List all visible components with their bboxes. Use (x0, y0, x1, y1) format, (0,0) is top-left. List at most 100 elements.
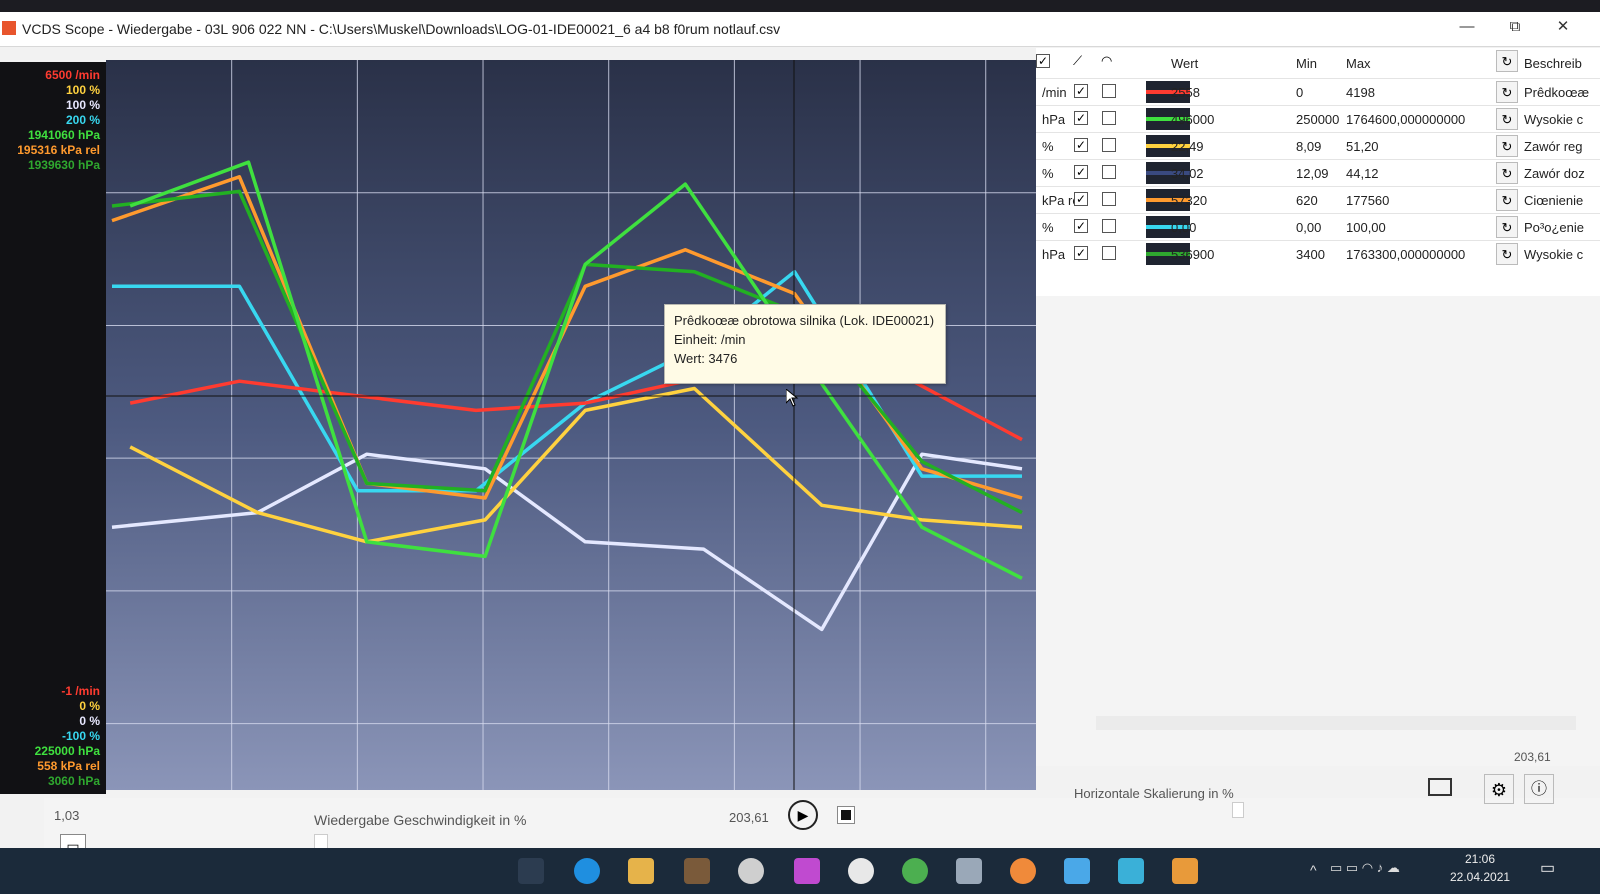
column-wert[interactable]: Wert (1171, 56, 1198, 71)
notification-icon[interactable]: ▭ (1540, 858, 1555, 878)
chrome-icon[interactable] (902, 858, 928, 884)
task-view-icon[interactable] (518, 858, 544, 884)
channel-visible-checkbox[interactable]: ✓ (1074, 111, 1088, 125)
channel-max: 1763300,000000000 (1346, 247, 1466, 262)
channel-unit: hPa (1042, 112, 1066, 127)
playback-position-value: 203,61 (729, 810, 769, 825)
vcds-scope-taskbar-icon[interactable] (1172, 858, 1198, 884)
channel-wert: 2558 (1171, 85, 1200, 100)
select-all-checkbox[interactable]: ✓ (1036, 54, 1050, 68)
firefox-icon[interactable] (1010, 858, 1036, 884)
maximize-button[interactable]: ⧉ (1500, 16, 1530, 38)
edge-browser-icon[interactable] (574, 858, 600, 884)
channel-description: Prêdkoœæ (1524, 85, 1590, 100)
store-icon[interactable] (684, 858, 710, 884)
scale-max-label: 1939630 hPa (27, 158, 100, 172)
channel-reset-icon[interactable]: ↻ (1496, 162, 1518, 184)
channel-unit: % (1042, 166, 1054, 181)
channel-description: Po³o¿enie (1524, 220, 1584, 235)
channel-unit: /min (1042, 85, 1067, 100)
channel-reset-icon[interactable]: ↻ (1496, 108, 1518, 130)
file-explorer-icon[interactable] (628, 858, 654, 884)
channel-visible-checkbox[interactable]: ✓ (1074, 138, 1088, 152)
channel-visible-checkbox[interactable]: ✓ (1074, 219, 1088, 233)
channel-table: ✓ ⟋ ◠ Wert Min Max ↻ Beschreib /min ✓ 2558… (1036, 48, 1600, 296)
tooltip-signal-name: Prêdkoœæ obrotowa silnika (Lok. IDE00021… (674, 313, 935, 328)
stop-button[interactable] (837, 806, 855, 824)
gauge-icon[interactable]: ◠ (1101, 53, 1112, 69)
horizontal-scrollbar[interactable] (1096, 716, 1576, 730)
channel-max: 44,12 (1346, 166, 1379, 181)
channel-gauge-checkbox[interactable] (1102, 84, 1116, 98)
channel-visible-checkbox[interactable]: ✓ (1074, 84, 1088, 98)
channel-visible-checkbox[interactable]: ✓ (1074, 246, 1088, 260)
column-min[interactable]: Min (1296, 56, 1317, 71)
channel-row[interactable]: hPa ✓ 496000 250000 1764600,000000000 ↻ Wysoki… (1036, 105, 1600, 133)
windows-taskbar: ^ ▭ ▭ ◠ ♪ ☁ 21:06 22.04.2021 ▭ (0, 848, 1600, 894)
channel-reset-icon[interactable]: ↻ (1496, 135, 1518, 157)
app-icon-blue[interactable] (1118, 858, 1144, 884)
channel-min: 0 (1296, 85, 1304, 100)
value-tooltip: Prêdkoœæ obrotowa silnika (Lok. IDE00021… (664, 304, 946, 384)
scope-plot-canvas[interactable] (106, 60, 1036, 790)
play-button[interactable]: ▶ (788, 800, 818, 830)
scale-min-label: 558 kPa rel (37, 759, 100, 773)
channel-min: 0,00 (1296, 220, 1322, 235)
reset-all-icon[interactable]: ↻ (1496, 50, 1518, 72)
system-tray-icons[interactable]: ▭ ▭ ◠ ♪ ☁ (1330, 860, 1400, 876)
scale-max-label: 100 % (65, 83, 100, 97)
calculator-icon[interactable] (956, 858, 982, 884)
channel-description: Wysokie c (1524, 247, 1584, 262)
channel-reset-icon[interactable]: ↻ (1496, 216, 1518, 238)
photos-app-icon[interactable] (794, 858, 820, 884)
camera-app-icon[interactable] (738, 858, 764, 884)
channel-gauge-checkbox[interactable] (1102, 138, 1116, 152)
scale-min-label: -1 /min (61, 684, 100, 698)
channel-min: 8,09 (1296, 139, 1322, 154)
column-beschreibung[interactable]: Beschreib (1524, 56, 1582, 71)
scope-plot[interactable] (106, 60, 1036, 790)
channel-wert: 0,00 (1171, 220, 1197, 235)
channel-min: 620 (1296, 193, 1318, 208)
channel-reset-icon[interactable]: ↻ (1496, 81, 1518, 103)
channel-row[interactable]: /min ✓ 2558 0 4198 ↻ Prêdkoœæ (1036, 78, 1600, 106)
left-scale-value: 1,03 (54, 808, 80, 823)
clock-date[interactable]: 22.04.2021 (1450, 870, 1510, 884)
channel-gauge-checkbox[interactable] (1102, 246, 1116, 260)
tooltip-value: Wert: 3476 (674, 351, 738, 366)
notepad-icon[interactable] (1064, 858, 1090, 884)
hp-icon[interactable] (848, 858, 874, 884)
clock-time[interactable]: 21:06 (1450, 852, 1510, 866)
channel-gauge-checkbox[interactable] (1102, 111, 1116, 125)
channel-row[interactable]: % ✓ 22,49 8,09 51,20 ↻ Zawór reg (1036, 132, 1600, 160)
chevron-up-icon[interactable]: ^ (1310, 862, 1317, 878)
channel-max: 4198 (1346, 85, 1375, 100)
channel-reset-icon[interactable]: ↻ (1496, 189, 1518, 211)
vcds-app-icon (2, 21, 16, 35)
channel-wert: 536900 (1171, 247, 1215, 262)
close-button[interactable]: ✕ (1548, 16, 1578, 38)
channel-gauge-checkbox[interactable] (1102, 192, 1116, 206)
tooltip-unit: Einheit: /min (674, 332, 746, 347)
minimize-button[interactable]: — (1452, 16, 1482, 38)
panel-toggle-icon[interactable] (1428, 778, 1452, 796)
channel-row[interactable]: % ✓ 0,00 0,00 100,00 ↻ Po³o¿enie (1036, 213, 1600, 241)
channel-visible-checkbox[interactable]: ✓ (1074, 165, 1088, 179)
scale-max-label: 1941060 hPa (27, 128, 100, 142)
channel-row[interactable]: hPa ✓ 536900 3400 1763300,000000000 ↻ Wysokie … (1036, 240, 1600, 268)
info-icon[interactable]: ⓘ (1524, 774, 1554, 804)
channel-visible-checkbox[interactable]: ✓ (1074, 192, 1088, 206)
scale-min-label: 0 % (79, 714, 100, 728)
channel-row[interactable]: kPa rel ✓ 57320 620 177560 ↻ Ciœnienie (1036, 186, 1600, 214)
scale-max-label: 200 % (65, 113, 100, 127)
channel-reset-icon[interactable]: ↻ (1496, 243, 1518, 265)
column-max[interactable]: Max (1346, 56, 1371, 71)
settings-gear-icon[interactable]: ⚙ (1484, 774, 1514, 804)
channel-gauge-checkbox[interactable] (1102, 219, 1116, 233)
channel-min: 250000 (1296, 112, 1340, 127)
graph-line-icon[interactable]: ⟋ (1073, 53, 1082, 69)
horizontal-scaling-slider[interactable] (1232, 802, 1244, 818)
channel-row[interactable]: % ✓ 34,02 12,09 44,12 ↻ Zawór doz (1036, 159, 1600, 187)
vcds-scope-window: VCDS Scope - Wiedergabe - 03L 906 022 NN… (0, 12, 1600, 860)
channel-gauge-checkbox[interactable] (1102, 165, 1116, 179)
